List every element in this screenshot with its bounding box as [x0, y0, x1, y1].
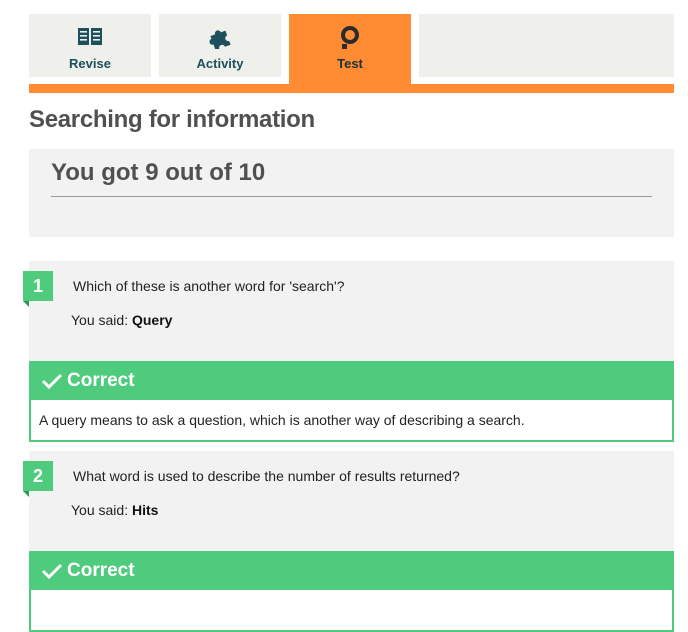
result-panel: Correct A query means to ask a question,…	[29, 361, 674, 442]
score-text: You got 9 out of 10	[51, 159, 266, 186]
result-header: Correct	[29, 551, 674, 590]
answer-prefix: You said:	[71, 312, 129, 328]
result-label: Correct	[67, 559, 135, 581]
tab-label: Test	[337, 56, 363, 71]
answer-value: Hits	[131, 502, 159, 518]
tab-label: Activity	[196, 56, 244, 71]
answer-prefix: You said:	[71, 502, 129, 518]
result-header: Correct	[29, 361, 674, 400]
your-answer: You said: Query	[71, 312, 172, 328]
tab-underline	[29, 84, 674, 93]
magnifier-icon	[337, 24, 363, 50]
answer-value: Query	[131, 312, 173, 328]
result-explanation	[29, 590, 674, 632]
your-answer: You said: Hits	[71, 502, 158, 518]
tab-test[interactable]: Test	[289, 14, 411, 86]
question-text: Which of these is another word for 'sear…	[73, 278, 345, 294]
puzzle-piece-icon	[206, 24, 234, 50]
result-panel: Correct	[29, 551, 674, 632]
question-number: 1	[23, 271, 53, 307]
tab-label: Revise	[69, 56, 111, 71]
tab-spacer	[419, 14, 674, 77]
section-tabs: Revise Activity Test	[29, 14, 674, 86]
question-number: 2	[23, 461, 53, 497]
tab-revise[interactable]: Revise	[29, 14, 151, 77]
checkmark-icon	[41, 562, 63, 580]
book-icon	[77, 24, 103, 50]
page-title: Searching for information	[29, 106, 315, 133]
explanation-text: A query means to ask a question, which i…	[39, 412, 525, 428]
question-card: 2 What word is used to describe the numb…	[23, 451, 674, 551]
result-explanation: A query means to ask a question, which i…	[29, 400, 674, 442]
divider	[51, 196, 652, 197]
score-panel: You got 9 out of 10	[29, 149, 674, 237]
question-text: What word is used to describe the number…	[73, 468, 460, 484]
tab-activity[interactable]: Activity	[159, 14, 281, 77]
result-label: Correct	[67, 369, 135, 391]
checkmark-icon	[41, 372, 63, 390]
question-card: 1 Which of these is another word for 'se…	[23, 261, 674, 361]
